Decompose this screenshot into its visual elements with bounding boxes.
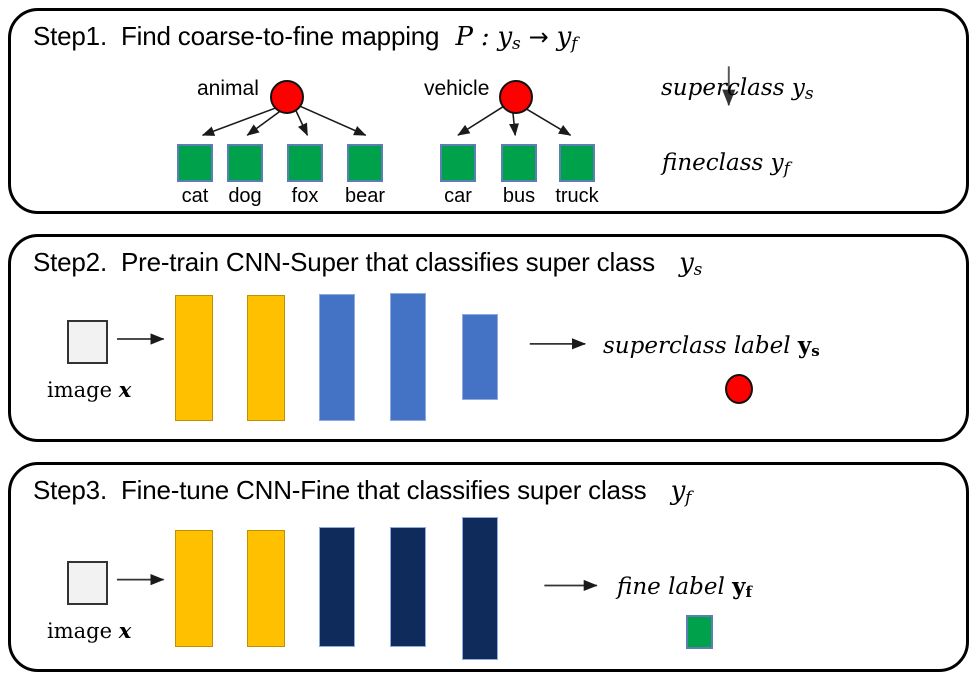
step3-label: Step3. bbox=[33, 475, 107, 505]
leaf-box-cat[interactable] bbox=[177, 144, 213, 182]
panel-step3-title: Step3. Fine-tune CNN-Fine that classifies… bbox=[33, 475, 691, 508]
mapping-note-superclass: superclass ys bbox=[661, 75, 814, 104]
cnn-layer-bar-3-step2[interactable] bbox=[319, 294, 355, 421]
leaf-label-cat: cat bbox=[181, 185, 209, 207]
tree-root-node-vehicle[interactable] bbox=[499, 80, 533, 114]
cnn-layer-bar-5-step3[interactable] bbox=[462, 517, 498, 660]
output-superclass-red-circle[interactable] bbox=[725, 374, 753, 404]
leaf-label-bus: bus bbox=[502, 185, 536, 207]
output-label-step2: superclass label ys bbox=[603, 332, 820, 360]
step1-description: Find coarse-to-fine mapping bbox=[120, 21, 440, 51]
step1-formula: P : ys → yf bbox=[455, 22, 578, 54]
leaf-label-car: car bbox=[444, 185, 472, 207]
leaf-box-bus[interactable] bbox=[501, 144, 537, 182]
panel-step2: Step2. Pre-train CNN-Super that classifie… bbox=[8, 234, 969, 442]
tree-root-label-vehicle: vehicle bbox=[424, 77, 490, 100]
output-fineclass-green-square[interactable] bbox=[686, 615, 713, 649]
leaf-label-dog: dog bbox=[228, 185, 262, 207]
input-image-caption-step2: image x bbox=[47, 377, 132, 402]
step1-label: Step1. bbox=[33, 21, 107, 51]
step3-formula: yf bbox=[670, 476, 692, 508]
cnn-layer-bar-4-step2[interactable] bbox=[390, 293, 426, 421]
leaf-label-bear: bear bbox=[344, 185, 386, 207]
cnn-layer-bar-1-step3[interactable] bbox=[175, 530, 213, 647]
panel-step2-title: Step2. Pre-train CNN-Super that classifie… bbox=[33, 247, 702, 280]
leaf-label-fox: fox bbox=[291, 185, 319, 207]
cnn-layer-bar-2-step3[interactable] bbox=[247, 530, 285, 647]
input-image-box-step2[interactable] bbox=[67, 320, 108, 364]
step2-label: Step2. bbox=[33, 247, 107, 277]
leaf-label-truck: truck bbox=[555, 185, 599, 207]
cnn-layer-bar-1-step2[interactable] bbox=[175, 295, 213, 421]
output-label-step3: fine label yf bbox=[617, 573, 752, 601]
mapping-note-fineclass: fineclass yf bbox=[662, 150, 790, 179]
mapping-arrow-icon: → bbox=[528, 23, 549, 51]
step2-description: Pre-train CNN-Super that classifies supe… bbox=[120, 247, 655, 277]
step2-formula: ys bbox=[679, 248, 703, 280]
leaf-box-truck[interactable] bbox=[559, 144, 595, 182]
leaf-box-bear[interactable] bbox=[347, 144, 383, 182]
leaf-box-car[interactable] bbox=[440, 144, 476, 182]
panel-step1: Step1. Find coarse-to-fine mapping P : ys… bbox=[8, 8, 969, 214]
tree-root-node-animal[interactable] bbox=[270, 80, 304, 114]
cnn-layer-bar-2-step2[interactable] bbox=[247, 295, 285, 421]
cnn-layer-bar-3-step3[interactable] bbox=[319, 527, 355, 647]
leaf-box-fox[interactable] bbox=[287, 144, 323, 182]
cnn-layer-bar-4-step3[interactable] bbox=[390, 527, 426, 647]
input-image-box-step3[interactable] bbox=[67, 561, 108, 605]
leaf-box-dog[interactable] bbox=[227, 144, 263, 182]
panel-step1-title: Step1. Find coarse-to-fine mapping P : ys… bbox=[33, 21, 577, 54]
tree-root-label-animal: animal bbox=[197, 77, 259, 100]
panel-step3: Step3. Fine-tune CNN-Fine that classifies… bbox=[8, 462, 969, 672]
input-image-caption-step3: image x bbox=[47, 618, 132, 643]
cnn-layer-bar-5-step2[interactable] bbox=[462, 314, 498, 400]
step3-description: Fine-tune CNN-Fine that classifies super… bbox=[120, 475, 647, 505]
